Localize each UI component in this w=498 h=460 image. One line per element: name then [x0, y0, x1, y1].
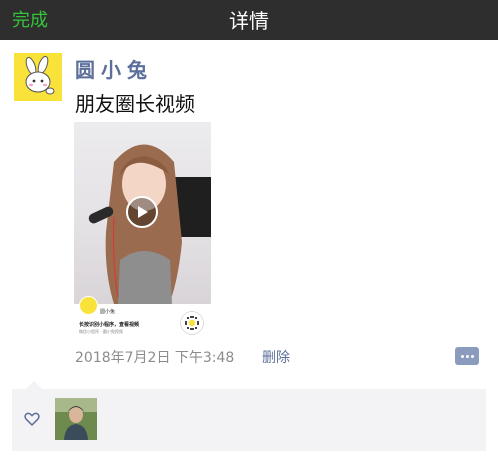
card-caption: 长按识别小程序，查看视频 [79, 322, 140, 328]
navigation-bar: 完成 详情 [0, 0, 498, 40]
page-title: 详情 [229, 9, 269, 33]
post-username[interactable]: 圆小兔 [75, 54, 153, 83]
delete-link[interactable]: 删除 [262, 347, 290, 367]
post-text: 朋友圈长视频 [75, 92, 195, 116]
play-icon [138, 206, 148, 218]
mini-program-code-icon [180, 311, 204, 335]
card-name: 圆小兔 [100, 309, 116, 315]
rabbit-logo-icon [25, 55, 55, 95]
heart-outline-icon [24, 412, 40, 427]
card-subcaption: 微信小程序 · 圆小兔视频 [79, 329, 123, 334]
video-card[interactable]: 圆小兔 长按识别小程序，查看视频 微信小程序 · 圆小兔视频 [74, 122, 211, 336]
post-timestamp: 2018年7月2日 下午3:48 [75, 350, 235, 366]
video-thumbnail [74, 122, 211, 304]
comment-more-icon[interactable] [455, 347, 479, 365]
likes-panel [12, 381, 486, 451]
liker-avatar[interactable] [55, 398, 97, 440]
card-logo-icon [79, 296, 98, 315]
avatar[interactable] [14, 53, 62, 101]
play-button[interactable] [126, 196, 158, 228]
